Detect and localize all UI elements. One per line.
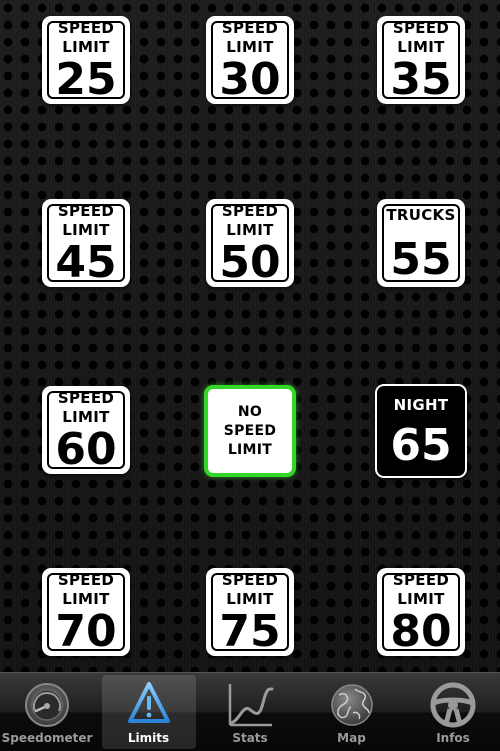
sign-number: 35 bbox=[390, 54, 452, 105]
sign-number: 70 bbox=[55, 606, 117, 657]
tab-label: Speedometer bbox=[1, 731, 93, 745]
warning-triangle-icon bbox=[127, 682, 170, 723]
trucks-55-sign[interactable]: TRUCKS 55 bbox=[377, 199, 465, 287]
tab-label: Infos bbox=[436, 731, 470, 745]
speed-limit-50-sign[interactable]: SPEED LIMIT 50 bbox=[206, 199, 294, 287]
tab-limits[interactable]: Limits bbox=[101, 675, 196, 749]
sign-line-3: LIMIT bbox=[227, 441, 273, 458]
sign-line-1: SPEED bbox=[57, 202, 115, 220]
sign-line-1: SPEED bbox=[392, 19, 450, 37]
no-speed-limit-sign[interactable]: NO SPEED LIMIT bbox=[204, 385, 296, 477]
line-chart-icon bbox=[228, 684, 274, 727]
speed-limit-45-sign[interactable]: SPEED LIMIT 45 bbox=[42, 199, 130, 287]
sign-number: 60 bbox=[55, 424, 117, 475]
globe-icon bbox=[330, 684, 373, 726]
tab-bar: Speedometer Limits Stats Map Infos bbox=[0, 672, 500, 751]
sign-number: 65 bbox=[390, 419, 452, 471]
sign-line-1: TRUCKS bbox=[386, 205, 456, 224]
sign-number: 50 bbox=[219, 237, 281, 288]
sign-line-1: SPEED bbox=[57, 389, 115, 407]
speed-limit-25-sign[interactable]: SPEED LIMIT 25 bbox=[42, 16, 130, 104]
tab-stats[interactable]: Stats bbox=[203, 675, 297, 749]
speed-limit-35-sign[interactable]: SPEED LIMIT 35 bbox=[377, 16, 465, 104]
sign-line-1: SPEED bbox=[221, 202, 279, 220]
sign-line-1: SPEED bbox=[221, 19, 279, 37]
tab-map[interactable]: Map bbox=[305, 675, 399, 749]
tab-infos[interactable]: Infos bbox=[406, 675, 500, 749]
speed-limit-80-sign[interactable]: SPEED LIMIT 80 bbox=[377, 568, 465, 656]
night-65-sign[interactable]: NIGHT 65 bbox=[375, 384, 467, 478]
tab-label: Map bbox=[337, 731, 366, 745]
sign-number: 80 bbox=[390, 606, 452, 657]
sign-number: 55 bbox=[390, 233, 452, 285]
tab-label: Limits bbox=[127, 731, 170, 745]
tab-speedometer[interactable]: Speedometer bbox=[0, 675, 94, 749]
sign-line-1: SPEED bbox=[221, 571, 279, 589]
steering-wheel-icon bbox=[430, 682, 476, 728]
speed-limit-70-sign[interactable]: SPEED LIMIT 70 bbox=[42, 568, 130, 656]
sign-line-1: SPEED bbox=[392, 571, 450, 589]
speedometer-icon bbox=[25, 683, 69, 727]
sign-line-1: SPEED bbox=[57, 19, 115, 37]
speed-limit-grid: SPEED LIMIT 25 SPEED LIMIT 30 SPEED LIMI… bbox=[0, 0, 500, 672]
sign-line-1: NO bbox=[237, 403, 263, 420]
sign-number: 45 bbox=[55, 237, 117, 288]
speed-limit-60-sign[interactable]: SPEED LIMIT 60 bbox=[42, 386, 130, 474]
tab-label: Stats bbox=[232, 731, 268, 745]
sign-number: 30 bbox=[219, 54, 281, 105]
sign-line-2: SPEED bbox=[223, 422, 277, 439]
sign-line-1: NIGHT bbox=[393, 395, 449, 414]
speed-limit-75-sign[interactable]: SPEED LIMIT 75 bbox=[206, 568, 294, 656]
sign-line-1: SPEED bbox=[57, 571, 115, 589]
sign-number: 75 bbox=[219, 606, 281, 657]
speed-limit-30-sign[interactable]: SPEED LIMIT 30 bbox=[206, 16, 294, 104]
sign-number: 25 bbox=[55, 54, 117, 105]
